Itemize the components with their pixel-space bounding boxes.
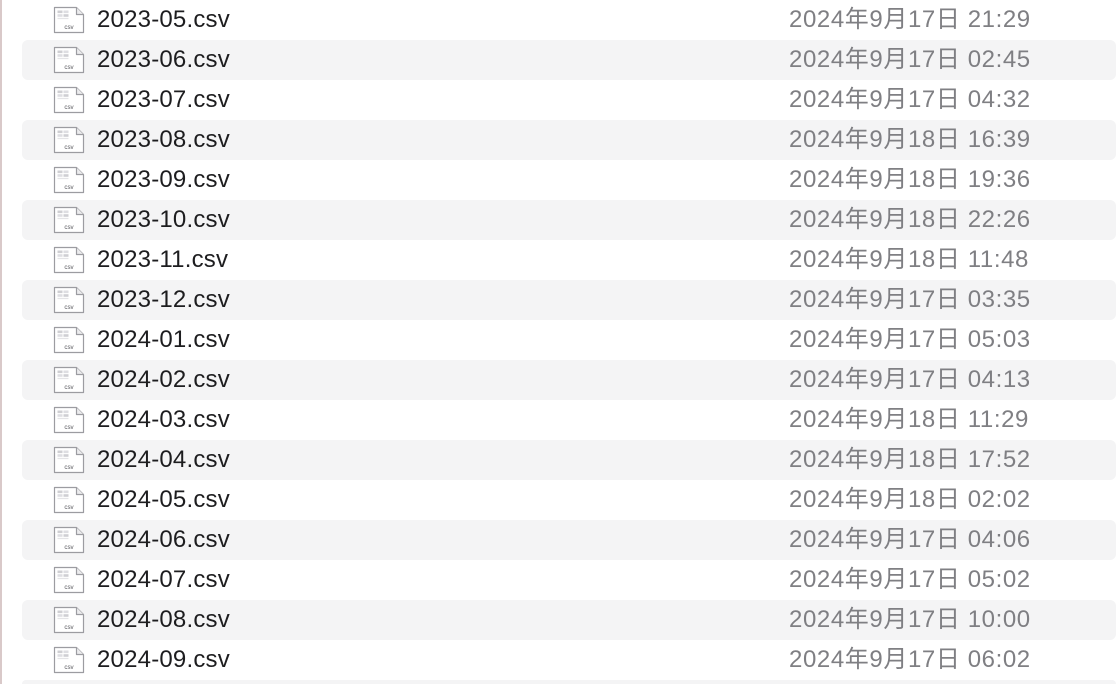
- csv-file-icon: csv: [53, 366, 85, 394]
- file-name: 2023-12.csv: [97, 286, 230, 313]
- csv-file-icon: csv: [53, 6, 85, 34]
- csv-file-icon: csv: [53, 166, 85, 194]
- file-name: 2024-06.csv: [97, 526, 230, 553]
- svg-text:csv: csv: [64, 304, 74, 311]
- svg-text:csv: csv: [64, 384, 74, 391]
- svg-text:csv: csv: [64, 24, 74, 31]
- file-row[interactable]: csv 2024-08.csv 2024年9月17日 10:00: [22, 600, 1116, 640]
- next-row-peek: [22, 680, 1116, 684]
- file-row[interactable]: csv 2023-09.csv 2024年9月18日 19:36: [22, 160, 1116, 200]
- csv-file-icon: csv: [53, 566, 85, 594]
- svg-text:csv: csv: [64, 584, 74, 591]
- file-name: 2023-09.csv: [97, 166, 230, 193]
- csv-file-icon: csv: [53, 46, 85, 74]
- file-row[interactable]: csv 2024-09.csv 2024年9月17日 06:02: [22, 640, 1116, 680]
- file-modified-date: 2024年9月17日 21:29: [789, 6, 1031, 33]
- svg-text:csv: csv: [64, 144, 74, 151]
- file-modified-date: 2024年9月17日 04:06: [789, 526, 1031, 553]
- file-modified-date: 2024年9月18日 22:26: [789, 206, 1031, 233]
- file-modified-date: 2024年9月17日 04:13: [789, 366, 1031, 393]
- svg-text:csv: csv: [64, 264, 74, 271]
- file-row[interactable]: csv 2024-07.csv 2024年9月17日 05:02: [22, 560, 1116, 600]
- svg-text:csv: csv: [64, 544, 74, 551]
- file-modified-date: 2024年9月18日 17:52: [789, 446, 1031, 473]
- svg-text:csv: csv: [64, 664, 74, 671]
- file-modified-date: 2024年9月17日 03:35: [789, 286, 1031, 313]
- file-row[interactable]: csv 2024-05.csv 2024年9月18日 02:02: [22, 480, 1116, 520]
- svg-text:csv: csv: [64, 344, 74, 351]
- file-row[interactable]: csv 2024-01.csv 2024年9月17日 05:03: [22, 320, 1116, 360]
- csv-file-icon: csv: [53, 206, 85, 234]
- file-row[interactable]: csv 2023-05.csv 2024年9月17日 21:29: [22, 0, 1116, 40]
- file-modified-date: 2024年9月17日 04:32: [789, 86, 1031, 113]
- file-modified-date: 2024年9月17日 05:02: [789, 566, 1031, 593]
- file-row[interactable]: csv 2024-02.csv 2024年9月17日 04:13: [22, 360, 1116, 400]
- file-name: 2024-05.csv: [97, 486, 230, 513]
- csv-file-icon: csv: [53, 86, 85, 114]
- file-row[interactable]: csv 2023-06.csv 2024年9月17日 02:45: [22, 40, 1116, 80]
- file-row[interactable]: csv 2024-06.csv 2024年9月17日 04:06: [22, 520, 1116, 560]
- csv-file-icon: csv: [53, 606, 85, 634]
- svg-text:csv: csv: [64, 184, 74, 191]
- file-modified-date: 2024年9月18日 19:36: [789, 166, 1031, 193]
- file-modified-date: 2024年9月17日 05:03: [789, 326, 1031, 353]
- file-row[interactable]: csv 2024-03.csv 2024年9月18日 11:29: [22, 400, 1116, 440]
- file-row[interactable]: csv 2023-12.csv 2024年9月17日 03:35: [22, 280, 1116, 320]
- file-modified-date: 2024年9月17日 10:00: [789, 606, 1031, 633]
- file-name: 2024-09.csv: [97, 646, 230, 673]
- file-modified-date: 2024年9月17日 06:02: [789, 646, 1031, 673]
- svg-text:csv: csv: [64, 104, 74, 111]
- csv-file-icon: csv: [53, 406, 85, 434]
- csv-file-icon: csv: [53, 646, 85, 674]
- svg-text:csv: csv: [64, 224, 74, 231]
- file-name: 2023-10.csv: [97, 206, 230, 233]
- file-name: 2024-08.csv: [97, 606, 230, 633]
- file-name: 2024-01.csv: [97, 326, 230, 353]
- file-name: 2024-04.csv: [97, 446, 230, 473]
- file-modified-date: 2024年9月18日 16:39: [789, 126, 1031, 153]
- file-modified-date: 2024年9月18日 11:48: [789, 246, 1029, 273]
- file-name: 2023-05.csv: [97, 6, 230, 33]
- file-row[interactable]: csv 2023-07.csv 2024年9月17日 04:32: [22, 80, 1116, 120]
- file-name: 2024-07.csv: [97, 566, 230, 593]
- file-name: 2024-03.csv: [97, 406, 230, 433]
- csv-file-icon: csv: [53, 486, 85, 514]
- svg-text:csv: csv: [64, 624, 74, 631]
- file-modified-date: 2024年9月17日 02:45: [789, 46, 1031, 73]
- file-name: 2024-02.csv: [97, 366, 230, 393]
- csv-file-icon: csv: [53, 246, 85, 274]
- file-name: 2023-11.csv: [97, 246, 229, 273]
- file-name: 2023-08.csv: [97, 126, 230, 153]
- csv-file-icon: csv: [53, 526, 85, 554]
- file-list: csv 2023-05.csv 2024年9月17日 21:29 csv 202…: [0, 0, 1116, 684]
- csv-file-icon: csv: [53, 326, 85, 354]
- file-row[interactable]: csv 2024-04.csv 2024年9月18日 17:52: [22, 440, 1116, 480]
- svg-text:csv: csv: [64, 504, 74, 511]
- svg-text:csv: csv: [64, 464, 74, 471]
- file-row[interactable]: csv 2023-08.csv 2024年9月18日 16:39: [22, 120, 1116, 160]
- csv-file-icon: csv: [53, 126, 85, 154]
- file-modified-date: 2024年9月18日 02:02: [789, 486, 1031, 513]
- csv-file-icon: csv: [53, 286, 85, 314]
- svg-text:csv: csv: [64, 424, 74, 431]
- file-name: 2023-06.csv: [97, 46, 230, 73]
- file-row[interactable]: csv 2023-10.csv 2024年9月18日 22:26: [22, 200, 1116, 240]
- file-modified-date: 2024年9月18日 11:29: [789, 406, 1029, 433]
- file-name: 2023-07.csv: [97, 86, 230, 113]
- csv-file-icon: csv: [53, 446, 85, 474]
- file-row[interactable]: csv 2023-11.csv 2024年9月18日 11:48: [22, 240, 1116, 280]
- svg-text:csv: csv: [64, 64, 74, 71]
